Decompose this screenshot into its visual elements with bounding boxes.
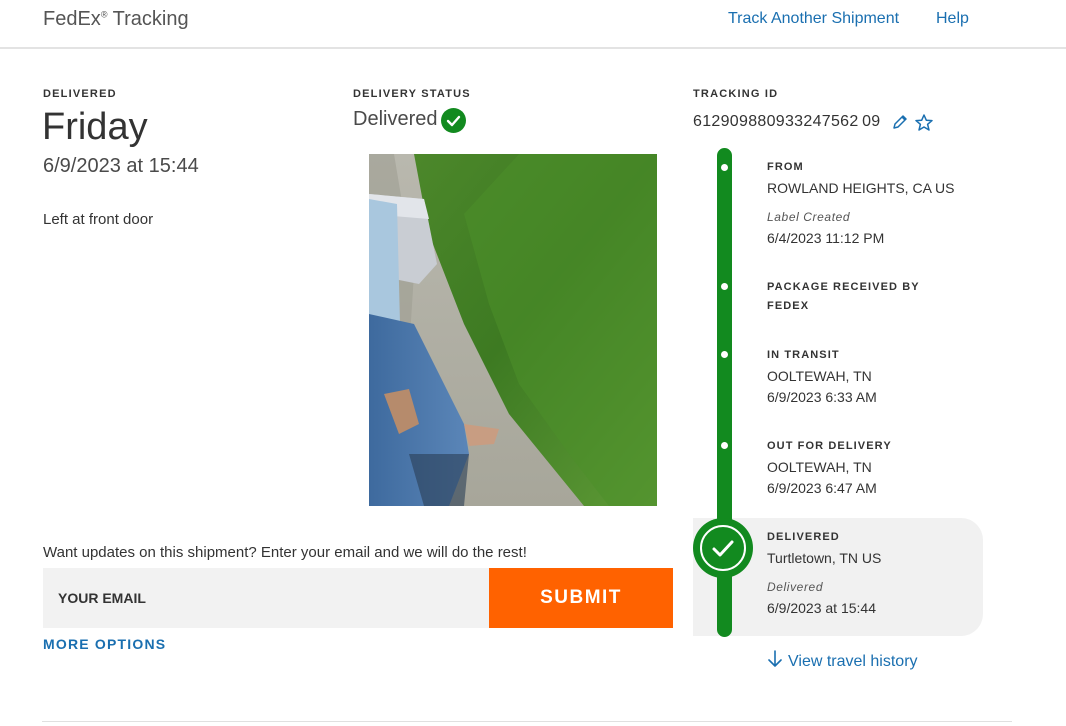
event-status: Delivered: [767, 580, 824, 594]
proof-of-delivery-photo[interactable]: [369, 154, 657, 506]
view-travel-history-link[interactable]: View travel history: [768, 650, 918, 673]
event-title: FROM: [767, 161, 804, 173]
updates-prompt: Want updates on this shipment? Enter you…: [43, 544, 527, 561]
tracking-id-label: TRACKING ID: [693, 88, 779, 100]
view-travel-history-label: View travel history: [788, 652, 918, 670]
delivery-datetime: 6/9/2023 at 15:44: [43, 155, 199, 177]
event-title: DELIVERED: [767, 531, 840, 543]
event-title: OUT FOR DELIVERY: [767, 440, 892, 452]
event-location: ROWLAND HEIGHTS, CA US: [767, 180, 955, 196]
event-time: 6/4/2023 11:12 PM: [767, 230, 885, 246]
event-time: 6/9/2023 at 15:44: [767, 600, 876, 616]
help-link[interactable]: Help: [936, 10, 969, 28]
delivery-status-value: Delivered: [353, 108, 438, 130]
timeline-dot: [721, 351, 728, 358]
submit-button[interactable]: SUBMIT: [489, 568, 673, 628]
event-status: Label Created: [767, 210, 851, 224]
delivery-status-label: DELIVERY STATUS: [353, 88, 471, 100]
track-another-shipment-link[interactable]: Track Another Shipment: [728, 10, 899, 28]
delivered-check-icon: [693, 518, 753, 578]
event-title: IN TRANSIT: [767, 349, 840, 361]
tracking-number: 612909880933247562 09: [693, 113, 881, 130]
timeline-dot: [721, 442, 728, 449]
event-location: Turtletown, TN US: [767, 550, 882, 566]
event-title-line2: FEDEX: [767, 300, 810, 312]
delivered-label: DELIVERED: [43, 88, 117, 100]
event-location: OOLTEWAH, TN: [767, 368, 872, 384]
event-time: 6/9/2023 6:33 AM: [767, 389, 877, 405]
timeline-dot: [721, 283, 728, 290]
event-location: OOLTEWAH, TN: [767, 459, 872, 475]
page-header: FedEx® Tracking Track Another Shipment H…: [0, 0, 1066, 49]
timeline-dot: [721, 164, 728, 171]
brand-logo[interactable]: FedEx® Tracking: [43, 8, 189, 31]
email-input[interactable]: [43, 568, 489, 628]
divider: [42, 721, 1012, 722]
star-outline-icon[interactable]: [914, 113, 934, 133]
delivery-note: Left at front door: [43, 211, 154, 228]
event-title: PACKAGE RECEIVED BY: [767, 281, 920, 293]
arrow-down-icon: [768, 650, 782, 673]
pencil-icon[interactable]: [891, 113, 909, 131]
delivery-day: Friday: [42, 106, 148, 148]
event-time: 6/9/2023 6:47 AM: [767, 480, 877, 496]
more-options-link[interactable]: MORE OPTIONS: [43, 636, 166, 652]
check-circle-icon: [441, 108, 466, 133]
